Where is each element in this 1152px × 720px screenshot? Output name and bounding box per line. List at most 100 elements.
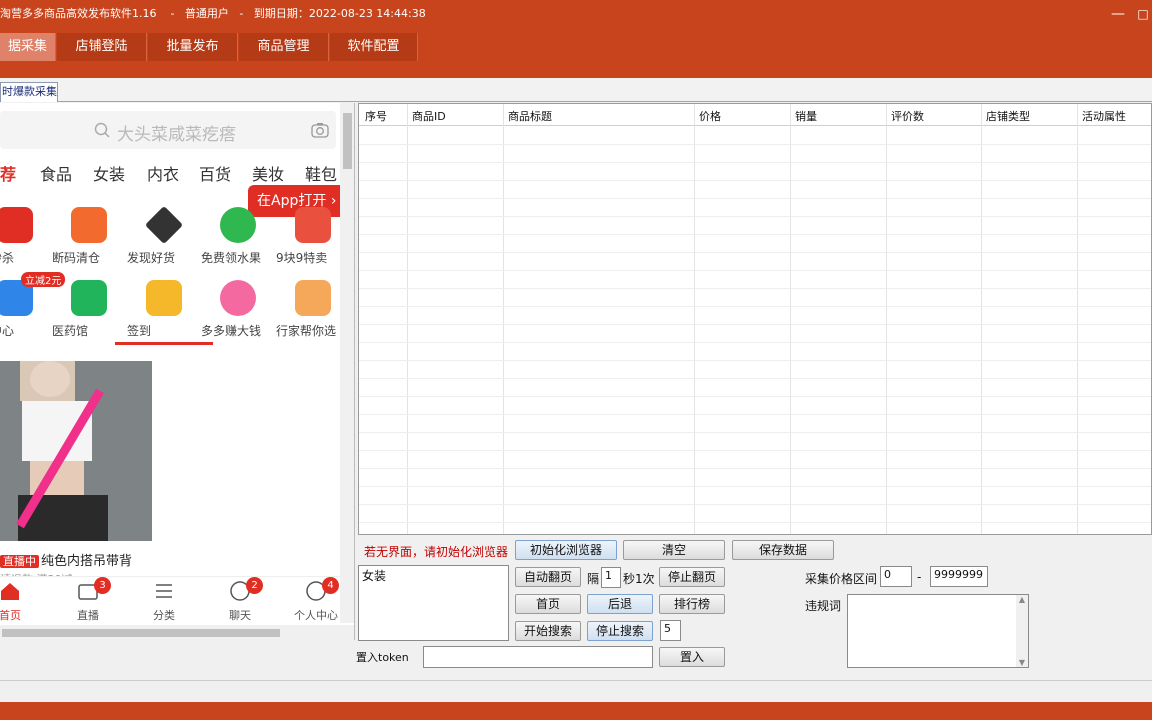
icon-expert-pick[interactable]: 行家帮你选 (276, 280, 350, 338)
clear-button[interactable]: 清空 (623, 540, 725, 560)
window-title: 淘营多多商品高效发布软件1.16 - 普通用户 - 到期日期：2022-08-2… (0, 7, 426, 20)
search-placeholder: 大头菜咸菜疙瘩 (117, 125, 236, 145)
grid-line (359, 324, 1151, 325)
stop-search-button[interactable]: 停止搜索 (587, 621, 653, 641)
grid-line (359, 378, 1151, 379)
start-search-button[interactable]: 开始搜索 (515, 621, 581, 641)
token-label: 置入token (356, 651, 409, 664)
icon-label: 签到 (127, 324, 152, 338)
auto-page-button[interactable]: 自动翻页 (515, 567, 581, 587)
browser-vertical-scrollbar[interactable] (340, 103, 354, 623)
status-bar (0, 680, 1152, 702)
embedded-browser[interactable]: 大头菜咸菜疙瘩 荐 食品 女装 内衣 百货 美妆 鞋包 在App打开 › 时秒杀… (0, 103, 355, 640)
menu-data-collect[interactable]: 据采集 (0, 33, 56, 61)
icon-earn-money[interactable]: 多多赚大钱 (201, 280, 275, 338)
results-table[interactable]: 序号 商品ID 商品标题 价格 销量 评价数 店铺类型 活动属性 (358, 103, 1152, 535)
col-sales[interactable]: 销量 (795, 108, 817, 124)
grid-line (359, 306, 1151, 307)
menu-software-config[interactable]: 软件配置 (330, 33, 418, 61)
price-max-input[interactable]: 9999999 (930, 566, 988, 587)
grid-line (790, 104, 791, 534)
col-shop-type[interactable]: 店铺类型 (986, 108, 1030, 124)
ranking-button[interactable]: 排行榜 (659, 594, 725, 614)
category-general[interactable]: 百货 (199, 161, 231, 185)
interval-input[interactable]: 1 (601, 567, 621, 588)
banned-words-scrollbar[interactable]: ▲ ▼ (1016, 595, 1028, 667)
menu-shop-login[interactable]: 店铺登陆 (57, 33, 147, 61)
tab-category[interactable]: 分类 (134, 579, 194, 623)
product-title: 纯色内搭吊带背 (41, 554, 133, 569)
mobile-search-bar[interactable]: 大头菜咸菜疙瘩 (0, 111, 336, 149)
grid-line (359, 486, 1151, 487)
icon-label: 值中心 (0, 324, 15, 338)
minimize-button[interactable]: — (1108, 4, 1128, 24)
search-count-input[interactable]: 5 (660, 620, 681, 641)
camera-icon[interactable] (311, 122, 329, 138)
medicine-icon (71, 280, 107, 316)
menu-batch-publish[interactable]: 批量发布 (148, 33, 238, 61)
icon-clearance[interactable]: 断码清仓 (52, 207, 126, 265)
search-icon (94, 122, 110, 138)
icon-pharmacy[interactable]: 医药馆 (52, 280, 126, 338)
grid-line (359, 342, 1151, 343)
icon-label: 断码清仓 (52, 251, 101, 265)
tab-hot-collect[interactable]: 时爆款采集 (0, 82, 58, 102)
category-underwear[interactable]: 内衣 (147, 161, 179, 185)
tab-strip: 时爆款采集 (0, 78, 1152, 102)
tab-label: 个人中心 (294, 609, 338, 622)
price-tag-icon (295, 207, 331, 243)
tab-profile[interactable]: 个人中心 4 (286, 577, 346, 623)
icon-discover[interactable]: 发现好货 (127, 205, 201, 265)
col-title[interactable]: 商品标题 (508, 108, 552, 124)
token-input[interactable] (423, 646, 653, 668)
product-image[interactable] (0, 361, 152, 541)
init-browser-button[interactable]: 初始化浏览器 (515, 540, 617, 560)
tab-label: 直播 (77, 609, 99, 622)
grid-line (503, 104, 504, 534)
interval-prefix: 隔 (587, 572, 600, 586)
menu-product-manage[interactable]: 商品管理 (239, 33, 329, 61)
maximize-button[interactable]: □ (1133, 4, 1152, 24)
first-page-button[interactable]: 首页 (515, 594, 581, 614)
grid-line (359, 468, 1151, 469)
price-min-input[interactable]: 0 (880, 566, 912, 587)
set-token-button[interactable]: 置入 (659, 647, 725, 667)
grid-line (359, 504, 1151, 505)
icon-free-fruit[interactable]: 免费领水果 (201, 207, 275, 265)
price-separator: - (917, 570, 922, 584)
stop-page-button[interactable]: 停止翻页 (659, 567, 725, 587)
banned-words-input[interactable] (847, 594, 1029, 668)
keyword-input[interactable]: 女装 (358, 565, 509, 641)
col-activity[interactable]: 活动属性 (1082, 108, 1126, 124)
save-data-button[interactable]: 保存数据 (732, 540, 834, 560)
tab-home[interactable]: 首页 (0, 579, 40, 623)
banned-words-label: 违规词 (805, 599, 842, 613)
icon-checkin[interactable]: 签到 (127, 280, 201, 338)
calendar-check-icon (146, 280, 182, 316)
icon-recharge[interactable]: 立减2元 值中心 (0, 272, 66, 338)
category-women[interactable]: 女装 (93, 161, 125, 185)
tab-live[interactable]: 直播 3 (58, 577, 118, 623)
col-index[interactable]: 序号 (365, 108, 387, 124)
browser-horizontal-scrollbar[interactable] (0, 625, 354, 640)
col-product-id[interactable]: 商品ID (412, 108, 446, 124)
diamond-icon (144, 205, 184, 245)
scroll-thumb[interactable] (2, 629, 280, 637)
icon-label: 发现好货 (127, 251, 176, 265)
category-beauty[interactable]: 美妆 (252, 161, 284, 185)
product-title-row[interactable]: 直播中 纯色内搭吊带背 (0, 550, 132, 569)
col-price[interactable]: 价格 (699, 108, 721, 124)
list-icon (156, 584, 172, 598)
icon-nine-special[interactable]: 9块9特卖 (276, 207, 350, 265)
icon-flash-sale[interactable]: 时秒杀 (0, 207, 52, 265)
col-reviews[interactable]: 评价数 (891, 108, 924, 124)
title-bar: 淘营多多商品高效发布软件1.16 - 普通用户 - 到期日期：2022-08-2… (0, 0, 1152, 32)
tab-chat[interactable]: 聊天 2 (210, 577, 270, 623)
category-food[interactable]: 食品 (40, 161, 72, 185)
scroll-thumb[interactable] (343, 113, 352, 169)
category-recommend[interactable]: 荐 (0, 161, 16, 185)
back-button[interactable]: 后退 (587, 594, 653, 614)
scroll-indicator (115, 342, 213, 345)
table-header: 序号 商品ID 商品标题 价格 销量 评价数 店铺类型 活动属性 (359, 104, 1151, 126)
category-shoes-bags[interactable]: 鞋包 (305, 161, 337, 185)
